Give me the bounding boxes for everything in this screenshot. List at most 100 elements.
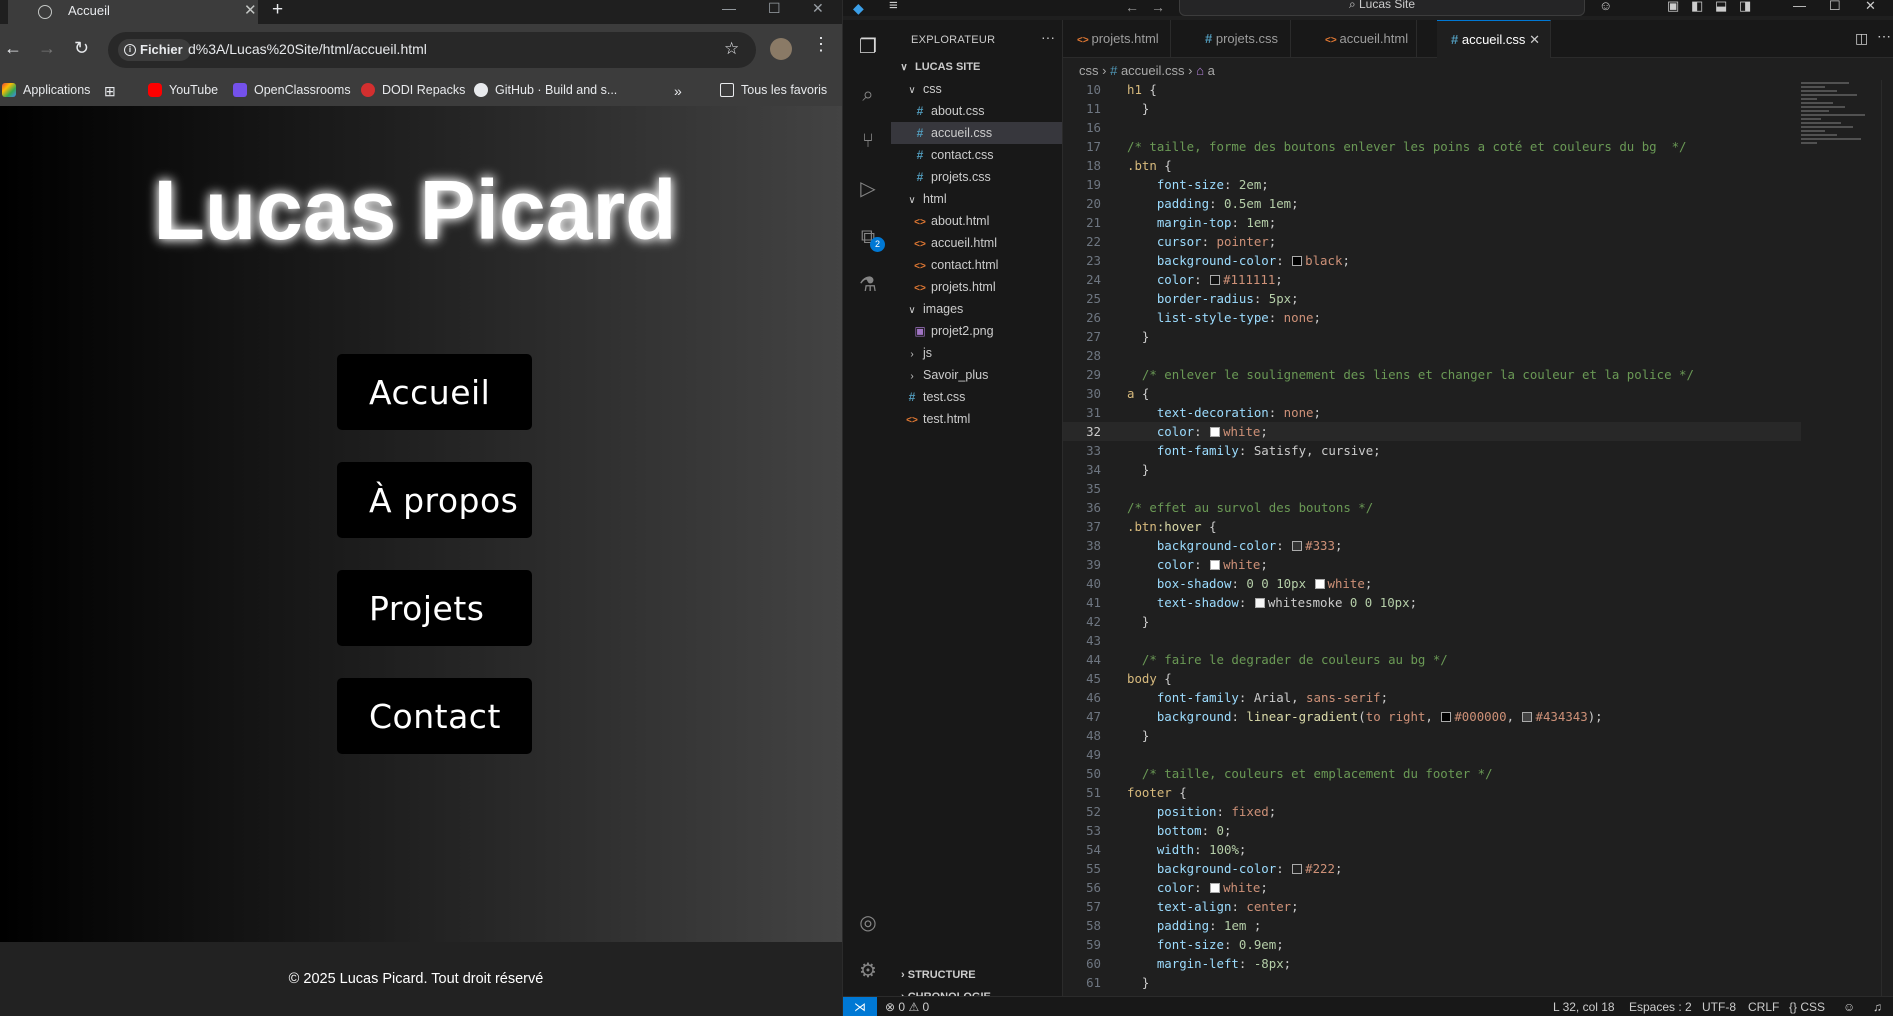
tab-groups-icon[interactable]: ⊞: [104, 83, 116, 100]
browser-tab-accueil[interactable]: Accueil ✕: [8, 0, 258, 24]
code-line[interactable]: 23 background-color: black;: [1063, 251, 1801, 270]
remote-indicator[interactable]: ⋊: [843, 997, 877, 1016]
code-line[interactable]: 17 /* taille, forme des boutons enlever l…: [1063, 137, 1801, 156]
editor-tab[interactable]: # projets.css: [1191, 20, 1291, 58]
tree-folder[interactable]: ∨ images: [891, 298, 1062, 320]
code-line[interactable]: 57 text-align: center;: [1063, 897, 1801, 916]
code-line[interactable]: 52 position: fixed;: [1063, 802, 1801, 821]
more-actions-icon[interactable]: ···: [1041, 29, 1055, 45]
breadcrumb-folder[interactable]: css: [1079, 63, 1099, 78]
code-line[interactable]: 35: [1063, 479, 1801, 498]
close-window-icon[interactable]: ✕: [812, 0, 824, 17]
code-editor[interactable]: 10 h1 {11 } 16 17/* taille, forme des bouto…: [1063, 80, 1893, 1009]
code-line[interactable]: 45 body {: [1063, 669, 1801, 688]
new-tab-button[interactable]: +: [272, 0, 283, 21]
nav-button-accueil[interactable]: Accueil: [337, 354, 532, 430]
minimap[interactable]: [1801, 80, 1881, 230]
code-line[interactable]: 59 font-size: 0.9em;: [1063, 935, 1801, 954]
code-line[interactable]: 48 }: [1063, 726, 1801, 745]
line-endings[interactable]: CRLF: [1748, 997, 1779, 1016]
nav-button-projets[interactable]: Projets: [337, 570, 532, 646]
toggle-sidebar-icon[interactable]: ◧: [1691, 0, 1703, 14]
code-line[interactable]: 58 padding: 1em ;: [1063, 916, 1801, 935]
notifications-icon[interactable]: ♫: [1873, 997, 1882, 1016]
bookmark-star-icon[interactable]: ☆: [724, 39, 739, 59]
maximize-icon[interactable]: ☐: [1829, 0, 1841, 14]
language-mode[interactable]: {} CSS: [1789, 997, 1825, 1016]
code-line[interactable]: 42 }: [1063, 612, 1801, 631]
minimize-icon[interactable]: —: [1793, 0, 1806, 13]
close-window-icon[interactable]: ✕: [1865, 0, 1876, 14]
toggle-panel-icon[interactable]: ⬓: [1715, 0, 1727, 14]
account-icon[interactable]: ◎: [855, 910, 881, 936]
address-bar[interactable]: i Fichier d%3A/Lucas%20Site/html/accueil.…: [108, 32, 756, 68]
close-tab-icon[interactable]: ✕: [244, 1, 257, 19]
tree-file[interactable]: <> about.html: [891, 210, 1062, 232]
tree-file[interactable]: <> contact.html: [891, 254, 1062, 276]
color-swatch[interactable]: [1210, 275, 1221, 285]
bookmark-dodi-repacks[interactable]: DODI Repacks: [361, 83, 465, 97]
tree-file[interactable]: <> accueil.html: [891, 232, 1062, 254]
close-tab-icon[interactable]: ✕: [1529, 21, 1540, 59]
tree-folder[interactable]: › js: [891, 342, 1062, 364]
color-swatch[interactable]: [1210, 560, 1221, 570]
code-line[interactable]: 61 }: [1063, 973, 1801, 992]
code-line[interactable]: 46 font-family: Arial, sans-serif;: [1063, 688, 1801, 707]
code-line[interactable]: 10 h1 {: [1063, 80, 1801, 99]
editor-more-icon[interactable]: ⋯: [1877, 28, 1891, 45]
color-swatch[interactable]: [1210, 427, 1221, 437]
editor-scrollbar[interactable]: [1881, 80, 1893, 996]
menu-icon[interactable]: ≡: [889, 0, 898, 14]
code-line[interactable]: 26 list-style-type: none;: [1063, 308, 1801, 327]
toggle-secondary-icon[interactable]: ◨: [1739, 0, 1751, 14]
code-line[interactable]: 43: [1063, 631, 1801, 650]
code-line[interactable]: 34 }: [1063, 460, 1801, 479]
bookmark-openclassrooms[interactable]: OpenClassrooms: [233, 83, 351, 97]
reload-icon[interactable]: ↻: [74, 38, 89, 59]
tree-file[interactable]: # accueil.css: [891, 122, 1062, 144]
code-line[interactable]: 27 }: [1063, 327, 1801, 346]
bookmark-all-favorites[interactable]: Tous les favoris: [720, 83, 827, 97]
code-line[interactable]: 60 margin-left: -8px;: [1063, 954, 1801, 973]
color-swatch[interactable]: [1441, 712, 1452, 722]
profile-avatar[interactable]: [770, 38, 792, 60]
breadcrumb-symbol[interactable]: a: [1208, 63, 1215, 78]
code-line[interactable]: 31 text-decoration: none;: [1063, 403, 1801, 422]
bookmark-applications[interactable]: Applications: [2, 83, 90, 97]
minimize-icon[interactable]: —: [722, 0, 736, 16]
run-debug-icon[interactable]: ▷: [855, 176, 881, 202]
source-control-icon[interactable]: ⑂: [855, 128, 881, 154]
code-line[interactable]: 47 background: linear-gradient(to right,…: [1063, 707, 1801, 726]
code-line[interactable]: 56 color: white;: [1063, 878, 1801, 897]
settings-gear-icon[interactable]: ⚙: [855, 958, 881, 984]
editor-tab[interactable]: <> accueil.html: [1311, 20, 1417, 58]
workspace-root[interactable]: ∨ LUCAS SITE: [891, 56, 1062, 78]
chrome-menu-icon[interactable]: ⋮: [812, 34, 830, 55]
code-line[interactable]: 11 }: [1063, 99, 1801, 118]
code-line[interactable]: 50 /* taille, couleurs et emplacement du…: [1063, 764, 1801, 783]
color-swatch[interactable]: [1210, 883, 1221, 893]
code-line[interactable]: 32 color: white;: [1063, 422, 1801, 441]
tree-file[interactable]: ▣ projet2.png: [891, 320, 1062, 342]
tree-folder[interactable]: › Savoir_plus: [891, 364, 1062, 386]
split-editor-icon[interactable]: ◫: [1855, 30, 1868, 47]
code-line[interactable]: 20 padding: 0.5em 1em;: [1063, 194, 1801, 213]
color-swatch[interactable]: [1292, 256, 1303, 266]
code-line[interactable]: 30 a {: [1063, 384, 1801, 403]
bookmark-github[interactable]: GitHub · Build and s...: [474, 83, 617, 97]
code-line[interactable]: 49: [1063, 745, 1801, 764]
copilot-status-icon[interactable]: ☺: [1843, 997, 1855, 1016]
tree-file[interactable]: <> projets.html: [891, 276, 1062, 298]
code-line[interactable]: 28: [1063, 346, 1801, 365]
tree-file[interactable]: # contact.css: [891, 144, 1062, 166]
maximize-icon[interactable]: ☐: [768, 0, 781, 17]
explorer-icon[interactable]: ❐: [855, 34, 881, 60]
code-line[interactable]: 18 .btn {: [1063, 156, 1801, 175]
tree-folder[interactable]: ∨ html: [891, 188, 1062, 210]
nav-forward-icon[interactable]: →: [1151, 0, 1165, 15]
code-line[interactable]: 37 .btn:hover {: [1063, 517, 1801, 536]
code-line[interactable]: 38 background-color: #333;: [1063, 536, 1801, 555]
code-line[interactable]: 24 color: #111111;: [1063, 270, 1801, 289]
code-line[interactable]: 16: [1063, 118, 1801, 137]
bookmark-youtube[interactable]: YouTube: [148, 83, 218, 97]
